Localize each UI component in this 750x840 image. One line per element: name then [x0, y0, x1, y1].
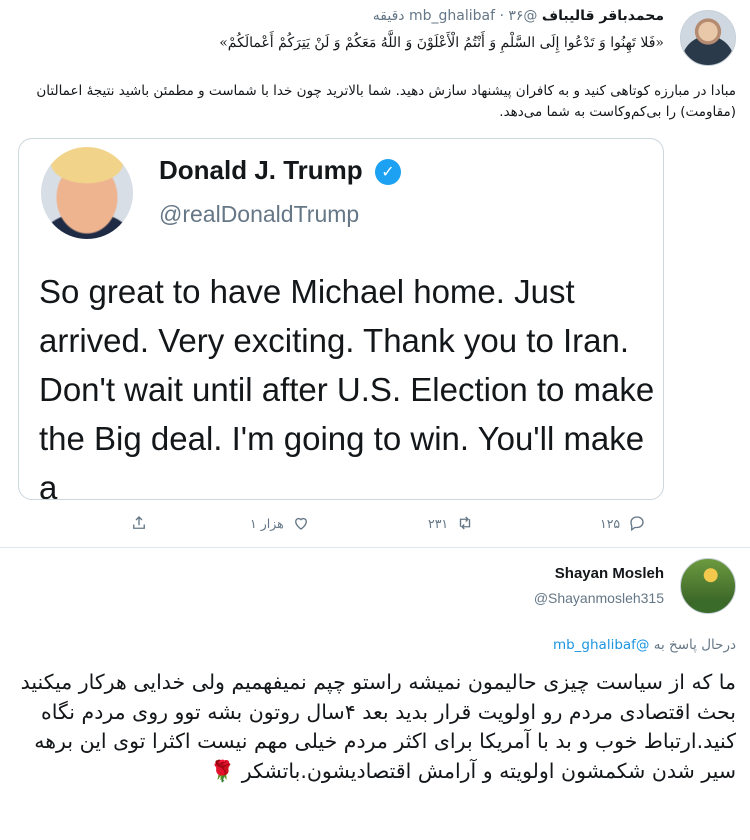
reply-count: ۱۲۵	[600, 515, 621, 531]
reply-icon	[630, 516, 644, 532]
quoted-author-avatar	[41, 147, 133, 239]
quoted-author-name: Donald J. Trump	[159, 155, 363, 185]
tweet-header: محمدباقر قالیباف @mb_ghalibaf · ۳۶ دقیقه	[64, 8, 664, 32]
heart-icon	[294, 517, 307, 530]
retweet-icon	[459, 516, 471, 530]
author-name[interactable]: محمدباقر قالیباف	[542, 8, 664, 24]
tweet-quote-verse: «فَلا تَهِنُوا وَ تَدْعُوا إِلَی السَّلْ…	[219, 35, 664, 51]
replying-to-line: درحال پاسخ به @mb_ghalibaf	[553, 637, 736, 653]
reply-text: ما که از سیاست چیزی حالیمون نمیشه راستو …	[20, 670, 736, 783]
author-name[interactable]: Shayan Mosleh	[555, 565, 664, 582]
author-avatar[interactable]	[680, 10, 736, 66]
share-icon	[133, 516, 145, 529]
header-separator: ·	[499, 8, 504, 24]
tweet-actions-bar: ۱۲۵ ۲۳۱ ۱ هزار	[0, 510, 750, 538]
retweet-count: ۲۳۱	[428, 515, 449, 531]
tweet-ghalibaf: محمدباقر قالیباف @mb_ghalibaf · ۳۶ دقیقه…	[0, 0, 750, 545]
like-count: ۱ هزار	[250, 515, 284, 531]
author-avatar[interactable]	[680, 558, 736, 614]
reply-tweet-text: ما که از سیاست چیزی حالیمون نمیشه راستو …	[11, 668, 736, 786]
quoted-tweet-text: So great to have Michael home. Just arri…	[39, 273, 655, 500]
reply-button[interactable]: ۱۲۵	[600, 514, 646, 532]
share-button[interactable]	[130, 514, 148, 532]
retweet-button[interactable]: ۲۳۱	[428, 514, 474, 532]
tweet-divider	[0, 547, 750, 548]
author-handle[interactable]: @Shayanmosleh315	[534, 590, 664, 606]
quoted-author-handle: @realDonaldTrump	[159, 201, 360, 227]
like-button[interactable]: ۱ هزار	[250, 514, 310, 532]
rose-emoji-icon: 🌹	[209, 758, 236, 783]
quoted-tweet-card[interactable]: Donald J. Trump ✓ @realDonaldTrump So gr…	[18, 138, 664, 500]
replying-to-label: درحال پاسخ به	[653, 637, 736, 653]
replying-to-mention[interactable]: @mb_ghalibaf	[553, 637, 649, 653]
tweet-text: مبادا در مبارزه کوتاهی کنید و به کافران …	[36, 83, 736, 120]
verified-badge-icon: ✓	[375, 159, 401, 185]
